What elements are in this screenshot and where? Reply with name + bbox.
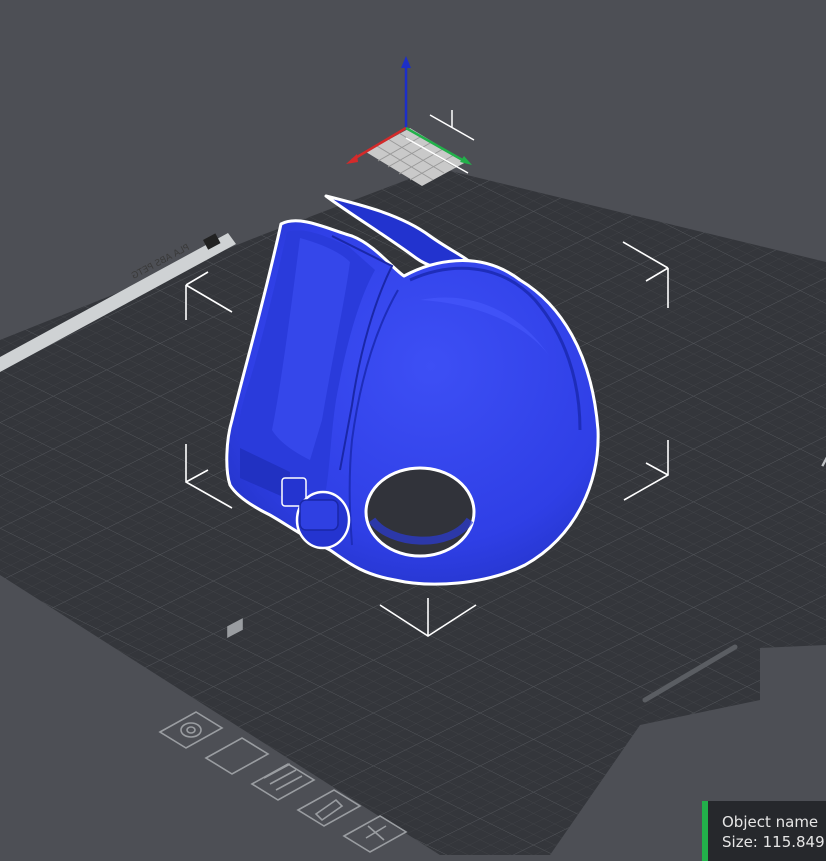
orient-icon[interactable] (158, 711, 224, 749)
axes-gizmo (346, 56, 475, 186)
object-size-label: Size: 115.849 (722, 833, 825, 851)
arrange-icon[interactable] (250, 763, 316, 801)
3d-viewport[interactable]: PLA ABS PETG u Textured PEI Plate (0, 0, 826, 855)
object-name-label: Object name (722, 813, 819, 831)
object-info-panel: Object name Size: 115.849 (702, 801, 826, 861)
